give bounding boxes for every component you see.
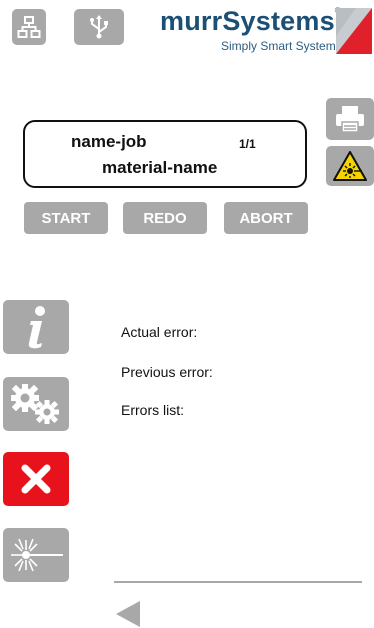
- gears-icon: [11, 384, 59, 424]
- error-button[interactable]: [3, 452, 69, 506]
- start-button[interactable]: START: [24, 202, 108, 234]
- printer-button[interactable]: [326, 98, 374, 140]
- usb-button[interactable]: [74, 9, 124, 45]
- usb-icon: [90, 15, 108, 39]
- previous-error-label: Previous error:: [121, 364, 213, 380]
- laser-warning-button[interactable]: [326, 146, 374, 186]
- job-counter: 1/1: [239, 137, 256, 151]
- network-button[interactable]: [12, 9, 46, 45]
- back-arrow-icon[interactable]: [112, 600, 144, 628]
- close-icon: [21, 464, 51, 494]
- network-icon: [17, 16, 41, 38]
- job-name: name-job: [71, 132, 147, 151]
- laser-button[interactable]: [3, 528, 69, 582]
- settings-button[interactable]: [3, 377, 69, 431]
- logo-mark-icon: [336, 8, 372, 54]
- material-name: material-name: [102, 158, 218, 177]
- laser-icon: [11, 538, 63, 572]
- info-icon: [28, 306, 45, 349]
- abort-button[interactable]: ABORT: [224, 202, 308, 234]
- logo-text: murrSystems®: [160, 6, 341, 37]
- actual-error-label: Actual error:: [121, 324, 198, 340]
- laser-warning-icon: [333, 151, 367, 181]
- murrsystems-logo: murrSystems® Simply Smart Systems: [160, 6, 342, 54]
- footer-divider: [114, 581, 362, 583]
- job-panel: name-job 1/1 material-name: [23, 120, 307, 188]
- info-button[interactable]: [3, 300, 69, 354]
- printer-icon: [336, 106, 364, 133]
- redo-button[interactable]: REDO: [123, 202, 207, 234]
- errors-list-label: Errors list:: [121, 402, 184, 418]
- logo-tagline: Simply Smart Systems: [221, 39, 342, 53]
- logo-brand: murrSystems: [160, 6, 335, 36]
